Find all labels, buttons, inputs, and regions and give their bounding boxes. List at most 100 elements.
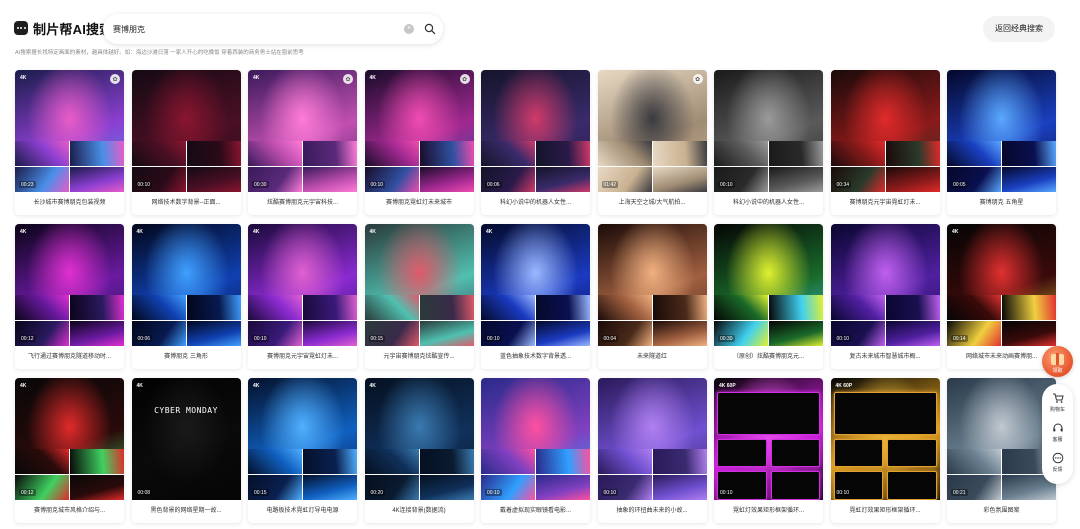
video-thumbnail[interactable]: 00:10 (714, 70, 823, 192)
video-thumbnail[interactable]: 00:10 (481, 378, 590, 500)
result-card[interactable]: 00:10 抽象的环扭曲未来的小故... (597, 378, 707, 523)
result-card[interactable]: 4K 00:14 网络城市未来动画赛博朋... (947, 224, 1056, 369)
video-thumbnail[interactable]: 00:06 (481, 70, 590, 192)
result-card[interactable]: 4K 00:12 飞行通过赛博朋克隧道移动时... (15, 224, 124, 369)
result-caption[interactable]: 炫酷赛博朋克元宇宙科技... (248, 192, 357, 215)
result-card[interactable]: 00:10 网络技术数字背景--正面... (131, 70, 241, 215)
clear-icon[interactable]: × (404, 24, 414, 34)
search-input[interactable] (113, 20, 393, 38)
result-caption[interactable]: 4K连接背景(数据流) (365, 500, 474, 523)
result-card[interactable]: 00:10 复古未来城市智慧城市概... (830, 224, 940, 369)
favorite-icon[interactable]: ✿ (692, 74, 703, 84)
result-caption[interactable]: 科幻小说中的机器人女性... (714, 192, 823, 215)
video-thumbnail[interactable]: 4K ✿ 00:30 (248, 70, 357, 192)
favorite-icon[interactable]: ✿ (110, 74, 120, 84)
video-thumbnail[interactable]: 4K ✿ 00:23 (15, 70, 124, 192)
result-card[interactable]: 4K 00:12 赛博朋克城市风格介绍与... (15, 378, 124, 523)
result-caption[interactable]: 霓虹灯效果矩形框架循环... (714, 500, 823, 523)
video-thumbnail[interactable]: ✿ 01:42 (597, 70, 707, 192)
result-caption[interactable]: 赛博朋克霓虹灯未来城市 (365, 192, 474, 215)
result-caption[interactable]: 赛博朋克元宇宙霓虹灯未... (831, 192, 940, 215)
video-thumbnail[interactable]: 00:10 (597, 378, 707, 500)
result-caption[interactable]: 未来隧道红 (598, 346, 707, 369)
result-caption[interactable]: 赛博朋克 五角星 (947, 192, 1056, 215)
video-thumbnail[interactable]: 00:10 (131, 70, 241, 192)
video-thumbnail[interactable]: 4K 00:14 (947, 224, 1056, 346)
result-card[interactable]: 00:10 科幻小说中的机器人女性... (714, 70, 823, 215)
result-card[interactable]: 4K ✿ 00:30 炫酷赛博朋克元宇宙科技... (248, 70, 357, 215)
result-caption[interactable]: 网络城市未来动画赛博朋... (947, 346, 1056, 369)
result-caption[interactable]: （原创）炫酷赛博朋克元... (714, 346, 823, 369)
video-thumbnail[interactable]: 4K ✿ 00:10 (364, 70, 474, 192)
result-caption[interactable]: 飞行通过赛博朋克隧道移动时... (15, 346, 124, 369)
cart-button[interactable]: 购物车 (1042, 392, 1073, 413)
video-thumbnail[interactable]: 4K 60P 00:10 (830, 378, 940, 500)
result-caption[interactable]: 长沙城市赛博朋克包装视频 (15, 192, 124, 215)
result-caption[interactable]: 戴着虚拟现实眼镜看电影... (481, 500, 590, 523)
result-caption[interactable]: 黑色背景的网络星期一故... (132, 500, 241, 523)
video-thumbnail[interactable]: 00:34 (830, 70, 940, 192)
result-card[interactable]: CYBER MONDAY 4K 00:08 黑色背景的网络星期一故... (131, 378, 241, 523)
result-card[interactable]: 00:30 （原创）炫酷赛博朋克元... (714, 224, 823, 369)
duration-label: 00:10 (135, 181, 153, 188)
result-card[interactable]: 00:21 彩色氛围图案 (947, 378, 1056, 523)
duration-label: 00:10 (485, 489, 502, 496)
video-thumbnail[interactable]: 4K 00:10 (481, 224, 590, 346)
result-card[interactable]: 4K 60P 00:10 霓虹灯效果矩形框架循环... (714, 378, 823, 523)
result-caption[interactable]: 赛博朋克 三角形 (132, 346, 241, 369)
result-card[interactable]: 4K ✿ 00:23 长沙城市赛博朋克包装视频 (15, 70, 124, 215)
duration-label: 00:12 (19, 335, 36, 342)
result-caption[interactable]: 赛博朋克元宇宙霓虹灯未... (248, 346, 357, 369)
result-card[interactable]: 00:34 赛博朋克元宇宙霓虹灯未... (830, 70, 940, 215)
back-to-classic-search-button[interactable]: 返回经典搜索 (983, 16, 1055, 42)
support-button[interactable]: 客服 (1042, 422, 1073, 443)
result-card[interactable]: 4K 00:10 蓝色抽象技术数字背景透... (481, 224, 590, 369)
duration-label: 00:10 (834, 489, 852, 496)
search-icon[interactable] (424, 23, 436, 35)
result-caption[interactable]: 彩色氛围图案 (947, 500, 1056, 523)
video-thumbnail[interactable]: 4K 00:12 (15, 224, 124, 346)
favorite-icon[interactable]: ✿ (343, 74, 353, 84)
result-caption[interactable]: 科幻小说中的机器人女性... (481, 192, 590, 215)
favorite-icon[interactable]: ✿ (459, 74, 470, 84)
video-thumbnail[interactable]: CYBER MONDAY 4K 00:08 (131, 378, 241, 500)
result-card[interactable]: 00:05 赛博朋克 五角星 (947, 70, 1056, 215)
result-caption[interactable]: 抽象的环扭曲未来的小故... (598, 500, 707, 523)
result-card[interactable]: 4K ✿ 00:10 赛博朋克霓虹灯未来城市 (364, 70, 474, 215)
video-thumbnail[interactable]: 00:10 (830, 224, 940, 346)
result-caption[interactable]: 蓝色抽象技术数字背景透... (481, 346, 590, 369)
video-thumbnail[interactable]: 00:30 (714, 224, 823, 346)
result-card[interactable]: 4K 00:15 元宇宙赛博朋克炫酷宣传... (364, 224, 474, 369)
video-thumbnail[interactable]: 4K 00:10 (248, 224, 357, 346)
result-caption[interactable]: 复古未来城市智慧城市概... (831, 346, 940, 369)
video-thumbnail[interactable]: 4K 00:20 (364, 378, 474, 500)
brand-logo[interactable]: 制片帮AI搜索 (14, 18, 112, 38)
result-card[interactable]: 00:10 戴着虚拟现实眼镜看电影... (481, 378, 590, 523)
feedback-button[interactable]: 反馈 (1042, 452, 1073, 473)
result-card[interactable]: 4K 60P 00:10 霓虹灯效果矩形框架循环... (830, 378, 940, 523)
video-thumbnail[interactable]: 00:05 (947, 70, 1056, 192)
video-thumbnail[interactable]: 4K 00:06 (131, 224, 241, 346)
video-thumbnail[interactable]: 00:21 (947, 378, 1056, 500)
video-thumbnail[interactable]: 4K 00:15 (248, 378, 357, 500)
duration-label: 00:08 (135, 489, 153, 496)
result-card[interactable]: 4K 00:06 赛博朋克 三角形 (131, 224, 241, 369)
result-caption[interactable]: 元宇宙赛博朋克炫酷宣传... (365, 346, 474, 369)
result-card[interactable]: 4K 00:10 赛博朋克元宇宙霓虹灯未... (248, 224, 357, 369)
result-card[interactable]: 4K 00:20 4K连接背景(数据流) (364, 378, 474, 523)
video-thumbnail[interactable]: 00:04 (597, 224, 707, 346)
video-thumbnail[interactable]: 4K 00:12 (15, 378, 124, 500)
result-caption[interactable]: 霓虹灯效果矩形框架循环... (831, 500, 940, 523)
result-caption[interactable]: 网络技术数字背景--正面... (132, 192, 241, 215)
quality-badge: 4K (369, 75, 376, 81)
video-thumbnail[interactable]: 4K 00:15 (364, 224, 474, 346)
video-thumbnail[interactable]: 4K 60P 00:10 (714, 378, 823, 500)
result-caption[interactable]: 上海天空之城/大气航拍... (598, 192, 707, 215)
result-caption[interactable]: 电路板技术霓虹灯导电电源 (248, 500, 357, 523)
gift-button[interactable]: 领取 (1042, 346, 1073, 377)
result-card[interactable]: 4K 00:15 电路板技术霓虹灯导电电源 (248, 378, 357, 523)
result-card[interactable]: 00:06 科幻小说中的机器人女性... (481, 70, 590, 215)
result-card[interactable]: ✿ 01:42 上海天空之城/大气航拍... (597, 70, 707, 215)
result-caption[interactable]: 赛博朋克城市风格介绍与... (15, 500, 124, 523)
result-card[interactable]: 00:04 未来隧道红 (597, 224, 707, 369)
